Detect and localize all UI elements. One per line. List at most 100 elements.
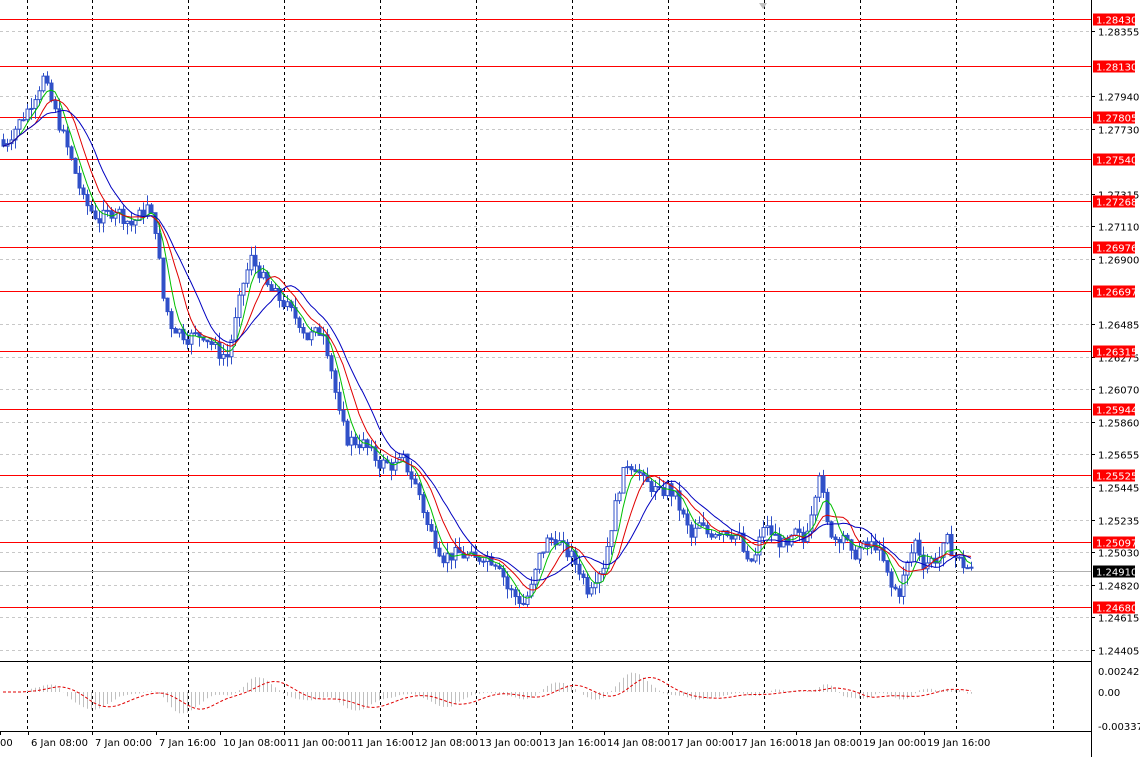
- candle-body: [125, 220, 130, 225]
- candle-body: [417, 483, 422, 496]
- candle-body: [633, 469, 638, 473]
- time-tick-label: 13 Jan 00:00: [479, 738, 542, 749]
- candle-body: [581, 573, 586, 579]
- candle-body: [77, 172, 82, 189]
- candle-body: [233, 317, 238, 341]
- candle-body: [249, 254, 254, 271]
- candle-body: [701, 522, 706, 526]
- candle-body: [21, 119, 26, 122]
- price-tick-label: 1.27110: [1098, 223, 1139, 234]
- candle-body: [753, 554, 758, 562]
- time-tick-label: 19 Jan 00:00: [863, 738, 926, 749]
- candle-body: [513, 589, 518, 598]
- candle-body: [541, 551, 546, 554]
- price-tick-label: 1.24615: [1098, 614, 1139, 625]
- candle-body: [185, 339, 190, 345]
- candle-body: [329, 355, 334, 372]
- candle-body: [629, 466, 634, 471]
- candle-body: [505, 576, 510, 590]
- candle-body: [821, 475, 826, 493]
- candle-body: [889, 571, 894, 588]
- price-chart[interactable]: 1.283551.279401.277301.273151.271101.269…: [0, 0, 1140, 757]
- candle-body: [361, 439, 366, 449]
- time-tick-label: 11 Jan 00:00: [287, 738, 350, 749]
- candle-body: [69, 146, 74, 159]
- candle-body: [225, 354, 230, 358]
- candle-body: [37, 90, 42, 101]
- candle-body: [189, 332, 194, 345]
- candle-body: [133, 220, 138, 226]
- candle-body: [33, 99, 38, 109]
- candle-body: [861, 541, 866, 549]
- current-price-label: 1.24910: [1096, 568, 1137, 579]
- candle-body: [681, 509, 686, 515]
- candle-body: [349, 436, 354, 446]
- price-tick-label: 1.26070: [1098, 386, 1139, 397]
- candle-body: [61, 129, 66, 132]
- candle-body: [101, 209, 106, 224]
- candle-body: [741, 532, 746, 552]
- candle-body: [209, 341, 214, 345]
- candle-body: [837, 538, 842, 544]
- level-label: 1.28130: [1096, 63, 1137, 74]
- candle-body: [193, 332, 198, 335]
- candle-body: [685, 513, 690, 526]
- candle-body: [917, 539, 922, 556]
- candle-body: [429, 524, 434, 532]
- candle-body: [521, 602, 526, 605]
- candle-body: [85, 193, 90, 207]
- candle-body: [509, 588, 514, 591]
- level-label: 1.24680: [1096, 604, 1137, 615]
- candle-body: [969, 566, 974, 569]
- oscillator-tick-label: -0.003378: [1098, 722, 1140, 733]
- candle-body: [649, 481, 654, 493]
- candle-body: [105, 209, 110, 212]
- candle-body: [549, 537, 554, 541]
- candle-body: [221, 354, 226, 359]
- time-tick-label: 6 Jan 08:00: [31, 738, 88, 749]
- oscillator-tick-label: 0.002425: [1098, 667, 1140, 678]
- candle-body: [317, 327, 322, 336]
- candle-body: [129, 220, 134, 226]
- candle-body: [421, 494, 426, 514]
- level-label: 1.27268: [1096, 198, 1137, 209]
- time-tick-label: 7 Jan 00:00: [95, 738, 152, 749]
- candle-body: [537, 552, 542, 570]
- candle-body: [261, 271, 266, 279]
- price-tick-label: 1.28355: [1098, 28, 1139, 39]
- candle-body: [545, 537, 550, 553]
- candle-body: [893, 586, 898, 590]
- candle-body: [961, 556, 966, 569]
- time-tick-label: 19 Jan 16:00: [927, 738, 990, 749]
- level-label: 1.25944: [1096, 406, 1137, 417]
- candle-body: [57, 108, 62, 131]
- candle-body: [241, 282, 246, 296]
- level-label: 1.26315: [1096, 348, 1137, 359]
- candle-body: [109, 210, 114, 219]
- candle-body: [301, 326, 306, 334]
- candle-body: [609, 530, 614, 548]
- candle-body: [677, 490, 682, 511]
- candle-body: [453, 547, 458, 561]
- candle-body: [589, 587, 594, 595]
- candle-body: [245, 269, 250, 284]
- level-label: 1.26697: [1096, 288, 1137, 299]
- candle-body: [341, 409, 346, 422]
- candle-body: [813, 496, 818, 516]
- price-tick-label: 1.25655: [1098, 451, 1139, 462]
- candle-body: [765, 525, 770, 529]
- candle-body: [857, 547, 862, 560]
- candle-body: [749, 558, 754, 562]
- price-tick-label: 1.27940: [1098, 93, 1139, 104]
- candle-body: [693, 527, 698, 538]
- level-label: 1.28430: [1096, 16, 1137, 27]
- candle-body: [45, 75, 50, 84]
- candle-body: [921, 554, 926, 570]
- candle-body: [425, 512, 430, 526]
- time-tick-label: 17 Jan 00:00: [671, 738, 734, 749]
- candle-body: [709, 533, 714, 538]
- level-label: 1.25525: [1096, 472, 1137, 483]
- price-tick-label: 1.25030: [1098, 549, 1139, 560]
- candle-body: [517, 596, 522, 604]
- candle-body: [381, 459, 386, 469]
